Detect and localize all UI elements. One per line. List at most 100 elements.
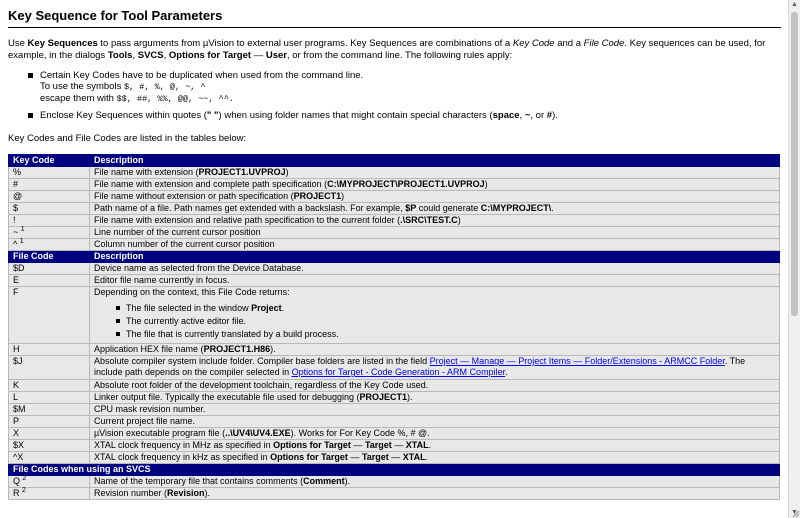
vertical-scrollbar[interactable]: ▲ ▼ — [788, 0, 800, 518]
cell-text: ) — [484, 179, 488, 189]
tables-intro: Key Codes and File Codes are listed in t… — [8, 133, 247, 144]
description-cell: CPU mask revision number. — [89, 403, 780, 416]
intro-bold: SVCS — [137, 50, 164, 61]
footnote-marker: 2 — [22, 487, 26, 494]
intro-text: , or from the command line. The followin… — [286, 50, 513, 61]
rule-text: Certain Key Codes have to be duplicated … — [40, 70, 364, 81]
code-cell: $D — [8, 262, 90, 275]
description-cell: Absolute root folder of the development … — [89, 379, 780, 392]
description-cell: Absolute compiler system include folder.… — [89, 355, 780, 380]
cell-bold: Comment — [303, 476, 345, 486]
rule-text: ) when using folder names that might con… — [218, 110, 493, 121]
cell-bold: PROJECT1 — [359, 392, 408, 402]
code-cell: X — [8, 427, 90, 440]
table-row: $J Absolute compiler system include fold… — [8, 355, 780, 380]
rule-escaped-symbols: $$, ##, %%, @@, ~~, ^^. — [116, 94, 234, 104]
code-cell: P — [8, 415, 90, 428]
intro-paragraph: Use Key Sequences to pass arguments from… — [8, 38, 781, 62]
intro-text: — — [251, 50, 266, 61]
column-header: File Code — [8, 250, 90, 263]
description-cell: Current project file name. — [89, 415, 780, 428]
code-cell: L — [8, 391, 90, 404]
code-text: R — [13, 488, 20, 498]
cell-bold: $P — [405, 203, 417, 213]
rule-text: To use the symbols — [40, 81, 124, 92]
cell-bold: XTAL — [405, 440, 429, 450]
cell-text: . — [428, 440, 432, 450]
cell-text: The file selected in the window — [126, 303, 252, 313]
cell-bold: Options for Target — [270, 452, 348, 462]
cell-bold: PROJECT1.H86 — [203, 344, 271, 354]
code-cell: K — [8, 379, 90, 392]
sub-bullet-item: The file that is currently translated by… — [116, 328, 775, 341]
code-cell: $M — [8, 403, 90, 416]
footnote-marker: 1 — [20, 226, 25, 233]
description-cell: Editor file name currently in focus. — [89, 274, 780, 287]
cell-text: . — [505, 367, 508, 377]
sub-bullet-list: The file selected in the window Project.… — [94, 302, 775, 341]
code-cell: ^X — [8, 451, 90, 464]
resize-grip-icon[interactable] — [790, 508, 800, 518]
cell-text: ) — [285, 167, 289, 177]
description-cell: File name with extension and complete pa… — [89, 178, 780, 191]
cell-bold: PROJECT1.UVPROJ — [198, 167, 286, 177]
code-cell: # — [8, 178, 90, 191]
code-cell: E — [8, 274, 90, 287]
description-cell: Linker output file. Typically the execut… — [89, 391, 780, 404]
arm-compiler-link[interactable]: Options for Target - Code Generation - A… — [292, 367, 505, 377]
cell-bold: Options for Target — [273, 440, 351, 450]
cell-bold: .\SRC\TEST.C — [400, 215, 458, 225]
footnote-marker: 2 — [22, 475, 27, 482]
rule-item: Enclose Key Sequences within quotes (" "… — [28, 110, 789, 121]
description-cell: XTAL clock frequency in MHz as specified… — [89, 439, 780, 452]
armcc-folder-link[interactable]: Project — Manage — Project Items — Folde… — [430, 356, 725, 366]
code-text: ~ — [13, 227, 19, 237]
cell-bold: C:\MYPROJECT\ — [480, 203, 552, 213]
code-cell: $J — [8, 355, 90, 380]
code-cell: ^ 1 — [8, 238, 90, 251]
cell-text: File name with extension and complete pa… — [94, 179, 328, 189]
description-cell: Name of the temporary file that contains… — [89, 475, 780, 488]
cell-text: File name with extension and relative pa… — [94, 215, 401, 225]
code-cell: F — [8, 286, 90, 344]
cell-text: ). — [344, 476, 351, 486]
cell-text: XTAL clock frequency in MHz as specified… — [94, 440, 274, 450]
table-row: ^ 1 Column number of the current cursor … — [8, 238, 780, 251]
cell-text: File name without extension or path spec… — [94, 191, 294, 201]
table-header-row: File Codes when using an SVCS — [8, 463, 780, 476]
description-cell: Column number of the current cursor posi… — [89, 238, 780, 251]
cell-bold: Project — [251, 303, 282, 313]
table-row: Q 2 Name of the temporary file that cont… — [8, 475, 780, 488]
description-cell: Depending on the context, this File Code… — [89, 286, 780, 344]
table-row: P Current project file name. — [8, 415, 780, 428]
intro-bold: User — [265, 50, 287, 61]
rule-symbols: $, #, %, @, ~, ^ — [123, 82, 206, 92]
table-row: H Application HEX file name (PROJECT1.H8… — [8, 343, 780, 356]
intro-text: and a — [554, 38, 584, 49]
cell-text: — — [350, 440, 365, 450]
table-row: K Absolute root folder of the developmen… — [8, 379, 780, 392]
rule-bold: " " — [206, 110, 219, 121]
intro-italic: File Code — [583, 38, 625, 49]
scroll-up-arrow-icon[interactable]: ▲ — [790, 0, 799, 10]
intro-text: Use — [8, 38, 28, 49]
code-text: ^ — [13, 239, 18, 249]
cell-text: µVision executable program file ( — [94, 428, 226, 438]
cell-text: Absolute compiler system include folder.… — [94, 356, 430, 366]
rule-text: escape them with — [40, 93, 117, 104]
table-header-row: Key Code Description — [8, 154, 780, 167]
code-cell: @ — [8, 190, 90, 203]
description-cell: XTAL clock frequency in kHz as specified… — [89, 451, 780, 464]
key-codes-table: Key Code Description % File name with ex… — [8, 154, 780, 500]
cell-text: — — [347, 452, 362, 462]
description-cell: µVision executable program file (..\UV4\… — [89, 427, 780, 440]
rule-text: ). — [552, 110, 558, 121]
cell-text: Application HEX file name ( — [94, 344, 204, 354]
table-row: ~ 1 Line number of the current cursor po… — [8, 226, 780, 239]
description-cell: File name with extension and relative pa… — [89, 214, 780, 227]
code-cell: % — [8, 166, 90, 179]
table-row: X µVision executable program file (..\UV… — [8, 427, 780, 440]
scrollbar-thumb[interactable] — [791, 12, 798, 316]
cell-text: Depending on the context, this File Code… — [94, 287, 290, 297]
cell-bold: XTAL — [402, 452, 426, 462]
